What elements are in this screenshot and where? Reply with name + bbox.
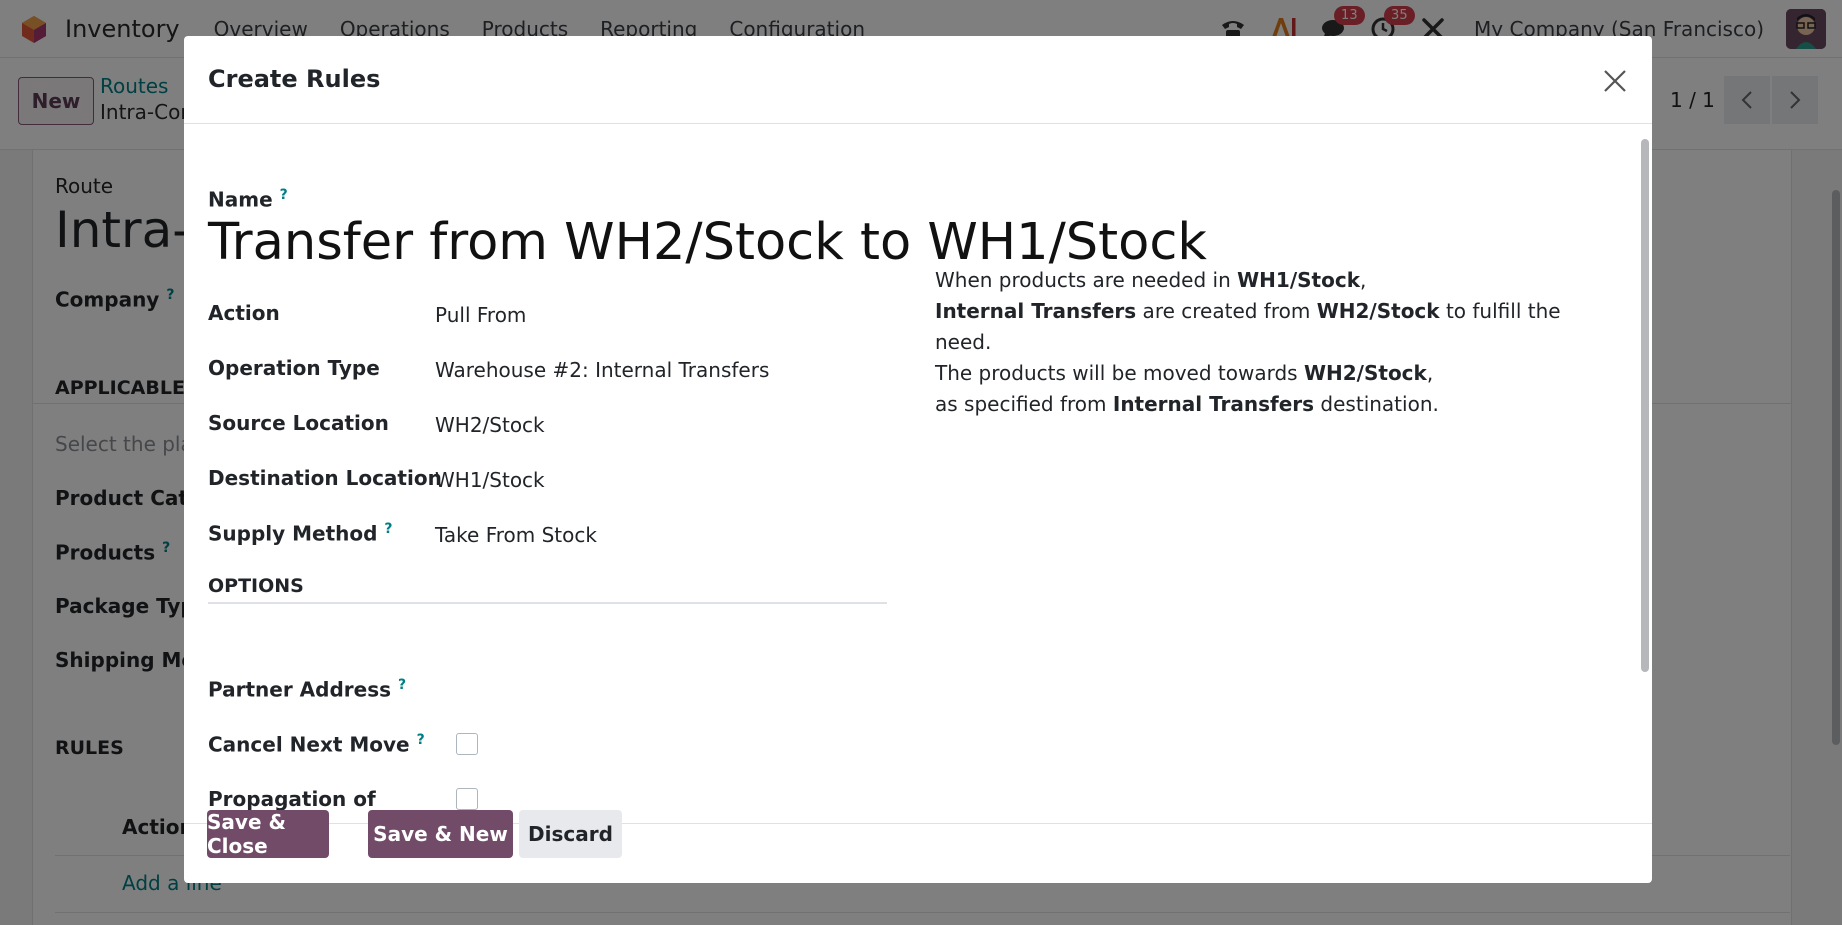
propagation-checkbox[interactable] (456, 788, 478, 810)
destination-location-field[interactable]: WH1/Stock (435, 468, 545, 492)
save-close-button[interactable]: Save & Close (207, 810, 329, 858)
explanation-text: as specified from (935, 392, 1113, 416)
help-tooltip-icon[interactable]: ? (384, 521, 392, 537)
explanation-line-1: When products are needed in WH1/Stock, (935, 265, 1615, 296)
source-location-label: Source Location (208, 411, 389, 435)
explanation-text: , (1426, 361, 1434, 385)
dialog-scrollbar[interactable] (1641, 139, 1649, 672)
cancel-next-move-checkbox[interactable] (456, 733, 478, 755)
action-label: Action (208, 301, 280, 325)
options-heading: OPTIONS (208, 575, 304, 597)
operation-type-field[interactable]: Warehouse #2: Internal Transfers (435, 358, 769, 382)
explanation-text: destination. (1314, 392, 1439, 416)
explanation-operation: Internal Transfers (1112, 392, 1315, 416)
explanation-line-4: as specified from Internal Transfers des… (935, 389, 1615, 420)
explanation-location: WH2/Stock (1303, 361, 1427, 385)
explanation-line-2: Internal Transfers are created from WH2/… (935, 296, 1615, 358)
explanation-text: are created from (1136, 299, 1317, 323)
operation-type-label: Operation Type (208, 356, 380, 380)
save-new-button[interactable]: Save & New (368, 810, 513, 858)
destination-location-label: Destination Location (208, 466, 442, 490)
cancel-next-move-label-text: Cancel Next Move (208, 732, 410, 757)
partner-address-label: Partner Address ? (208, 677, 406, 702)
help-tooltip-icon[interactable]: ? (280, 187, 288, 203)
propagation-label: Propagation of (208, 787, 376, 811)
name-label-text: Name (208, 187, 273, 212)
supply-method-select[interactable]: Take From Stock (435, 523, 597, 547)
explanation-text: , (1360, 268, 1367, 292)
name-label: Name ? (208, 187, 288, 212)
propagation-label-text: Propagation of (208, 787, 376, 811)
help-tooltip-icon[interactable]: ? (398, 677, 406, 693)
help-tooltip-icon[interactable]: ? (417, 732, 425, 748)
name-input[interactable]: Transfer from WH2/Stock to WH1/Stock (208, 213, 1207, 272)
discard-button[interactable]: Discard (519, 810, 622, 858)
supply-method-label-text: Supply Method (208, 521, 378, 546)
options-divider (208, 602, 887, 604)
explanation-operation: Internal Transfers (935, 299, 1137, 323)
explanation-line-3: The products will be moved towards WH2/S… (935, 358, 1615, 389)
action-select[interactable]: Pull From (435, 303, 526, 327)
explanation-location: WH2/Stock (1316, 299, 1440, 323)
close-icon[interactable] (1600, 66, 1630, 96)
source-location-field[interactable]: WH2/Stock (435, 413, 545, 437)
dialog-header: Create Rules (184, 36, 1652, 124)
dialog-body: Name ? Transfer from WH2/Stock to WH1/St… (184, 125, 1652, 823)
rule-explanation: When products are needed in WH1/Stock, I… (935, 265, 1615, 420)
partner-address-label-text: Partner Address (208, 677, 392, 702)
create-rules-dialog: Create Rules Name ? Transfer from WH2/St… (184, 36, 1652, 883)
explanation-text: When products are needed in (935, 268, 1238, 292)
explanation-text: The products will be moved towards (935, 361, 1304, 385)
dialog-title: Create Rules (208, 65, 381, 93)
supply-method-label: Supply Method ? (208, 521, 393, 546)
cancel-next-move-label: Cancel Next Move ? (208, 732, 425, 757)
explanation-location: WH1/Stock (1237, 268, 1361, 292)
